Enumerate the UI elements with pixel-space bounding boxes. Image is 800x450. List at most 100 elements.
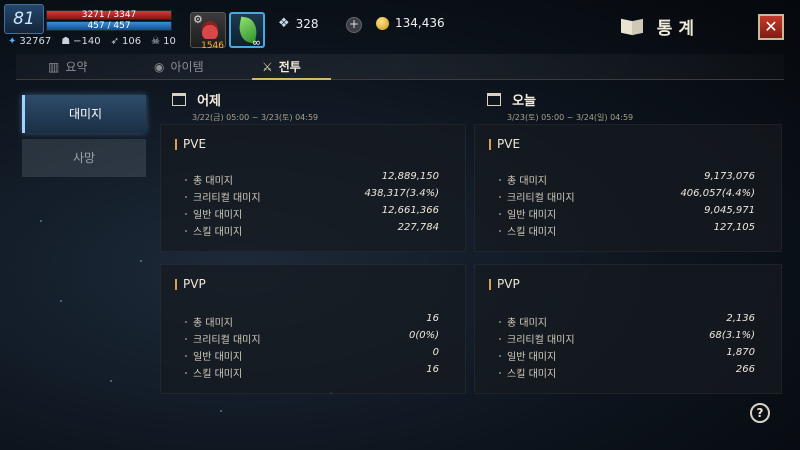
crystal-icon: ❖ xyxy=(278,16,290,31)
gear-icon: ⚙ xyxy=(193,13,203,26)
stat-value: 16 xyxy=(426,364,439,375)
stat-c-value: 10 xyxy=(163,36,176,47)
side-menu-death[interactable]: 사망 xyxy=(22,139,146,177)
heading-marker xyxy=(175,138,177,150)
stat-value: 16 xyxy=(426,313,439,324)
yesterday-pvp-heading: PVP xyxy=(183,277,206,291)
today-header: 오늘 3/23(토) 05:00 ~ 3/24(일) 04:59 xyxy=(487,90,633,123)
buff-slot[interactable]: ∞ xyxy=(229,12,265,49)
today-pve-heading: PVE xyxy=(497,137,521,151)
stat-label: 총 대미지 xyxy=(193,176,233,187)
stat-label: 스킬 대미지 xyxy=(507,369,557,380)
stat-value: 127,105 xyxy=(713,222,755,233)
star-particle xyxy=(110,380,112,382)
crystal-amount: 328 xyxy=(295,16,319,31)
stat-value: 12,661,366 xyxy=(381,205,439,216)
stat-value: 9,045,971 xyxy=(704,205,755,216)
stat-value: 227,784 xyxy=(397,222,439,233)
stat-row: 총 대미지 2,136 xyxy=(499,313,755,330)
stat-value: 406,057(4.4%) xyxy=(680,188,755,199)
stat-c: ☠ 10 xyxy=(151,36,176,47)
player-hud: 81 3271 / 3347 457 / 457 ✦ 32767 ☗ −140 … xyxy=(0,0,800,56)
stat-label: 크리티컬 대미지 xyxy=(193,193,261,204)
close-button[interactable]: ✕ xyxy=(758,14,784,40)
tab-battle[interactable]: ⚔ 전투 xyxy=(252,54,331,80)
stat-row: 일반 대미지 12,661,366 xyxy=(185,205,439,222)
stat-value: 0(0%) xyxy=(408,330,439,341)
panel-heading: PVP xyxy=(175,277,206,291)
yesterday-pve-heading: PVE xyxy=(183,137,207,151)
potion-quantity: 1546 xyxy=(201,41,224,51)
stat-value: 9,173,076 xyxy=(704,171,755,182)
stat-row: 크리티컬 대미지 0(0%) xyxy=(185,330,439,347)
star-particle xyxy=(40,220,42,222)
mp-bar: 457 / 457 xyxy=(46,21,172,31)
stat-row: 스킬 대미지 127,105 xyxy=(499,222,755,239)
stat-value: 2,136 xyxy=(726,313,755,324)
heading-marker xyxy=(489,278,491,290)
tab-item-label: 아이템 xyxy=(170,60,204,74)
stat-a-value: −140 xyxy=(73,36,101,47)
stat-a: ☗ −140 xyxy=(61,36,100,47)
stat-row: 일반 대미지 9,045,971 xyxy=(499,205,755,222)
stat-row: ✦ 32767 ☗ −140 ➶ 106 ☠ 10 xyxy=(8,36,176,47)
skull-icon: ☠ xyxy=(151,36,161,47)
stat-label: 크리티컬 대미지 xyxy=(193,335,261,346)
yesterday-range: 3/22(금) 05:00 ~ 3/23(토) 04:59 xyxy=(192,113,319,122)
window-title: 통계 xyxy=(621,14,700,39)
stat-row: 스킬 대미지 16 xyxy=(185,364,439,381)
yesterday-pvp-panel: PVP 총 대미지 16 크리티컬 대미지 0(0%) 일반 대미지 0 스킬 대미지… xyxy=(160,264,466,394)
today-title: 오늘 xyxy=(512,94,537,109)
gold-currency: 134,436 xyxy=(376,16,445,30)
stat-value: 1,870 xyxy=(726,347,755,358)
stat-label: 일반 대미지 xyxy=(507,352,557,363)
stat-value: 266 xyxy=(735,364,755,375)
stat-value: 12,889,150 xyxy=(381,171,439,182)
yesterday-pve-panel: PVE 총 대미지 12,889,150 크리티컬 대미지 438,317(3.4%… xyxy=(160,124,466,252)
stat-value: 438,317(3.4%) xyxy=(364,188,439,199)
stat-label: 총 대미지 xyxy=(507,318,547,329)
infinite-badge: ∞ xyxy=(251,36,261,49)
crystal-currency: ❖ 328 xyxy=(278,16,319,31)
item-icon: ◉ xyxy=(154,59,165,74)
star-particle xyxy=(60,300,62,302)
combat-power-value: 32767 xyxy=(19,36,52,47)
heading-marker xyxy=(175,278,177,290)
level-badge: 81 xyxy=(4,4,44,34)
stat-row: 크리티컬 대미지 406,057(4.4%) xyxy=(499,188,755,205)
stat-row: 일반 대미지 0 xyxy=(185,347,439,364)
book-icon xyxy=(621,17,643,37)
stat-row: 총 대미지 16 xyxy=(185,313,439,330)
stat-label: 일반 대미지 xyxy=(193,210,243,221)
hp-bar: 3271 / 3347 xyxy=(46,10,172,20)
star-particle xyxy=(220,410,222,412)
helmet-icon: ☗ xyxy=(61,36,71,47)
combat-power-icon: ✦ xyxy=(8,36,17,47)
today-pve-rows: 총 대미지 9,173,076 크리티컬 대미지 406,057(4.4%) 일반 … xyxy=(499,171,755,239)
today-range: 3/23(토) 05:00 ~ 3/24(일) 04:59 xyxy=(507,113,634,122)
stat-row: 총 대미지 9,173,076 xyxy=(499,171,755,188)
yesterday-title: 어제 xyxy=(197,94,222,109)
side-menu-damage[interactable]: 대미지 xyxy=(22,95,146,133)
stat-value: 68(3.1%) xyxy=(709,330,755,341)
stat-row: 총 대미지 12,889,150 xyxy=(185,171,439,188)
combat-power: ✦ 32767 xyxy=(8,36,51,47)
tab-bar: ▥ 요약 ◉ 아이템 ⚔ 전투 xyxy=(16,54,784,80)
stat-label: 스킬 대미지 xyxy=(193,227,243,238)
panel-heading: PVE xyxy=(175,137,206,151)
battle-icon: ⚔ xyxy=(262,59,273,74)
tab-item[interactable]: ◉ 아이템 xyxy=(154,54,204,79)
potion-slot[interactable]: ⚙ 1546 xyxy=(190,12,226,51)
stat-label: 일반 대미지 xyxy=(193,352,243,363)
stat-row: 크리티컬 대미지 68(3.1%) xyxy=(499,330,755,347)
heading-marker xyxy=(489,138,491,150)
tab-summary[interactable]: ▥ 요약 xyxy=(48,54,87,79)
speed-icon: ➶ xyxy=(110,36,120,47)
yesterday-pvp-rows: 총 대미지 16 크리티컬 대미지 0(0%) 일반 대미지 0 스킬 대미지 16 xyxy=(185,313,439,381)
gold-amount: 134,436 xyxy=(395,16,445,30)
add-currency-button[interactable]: + xyxy=(346,17,362,33)
stat-label: 총 대미지 xyxy=(193,318,233,329)
yesterday-header: 어제 3/22(금) 05:00 ~ 3/23(토) 04:59 xyxy=(172,90,318,123)
stat-label: 총 대미지 xyxy=(507,176,547,187)
help-button[interactable]: ? xyxy=(750,403,770,423)
